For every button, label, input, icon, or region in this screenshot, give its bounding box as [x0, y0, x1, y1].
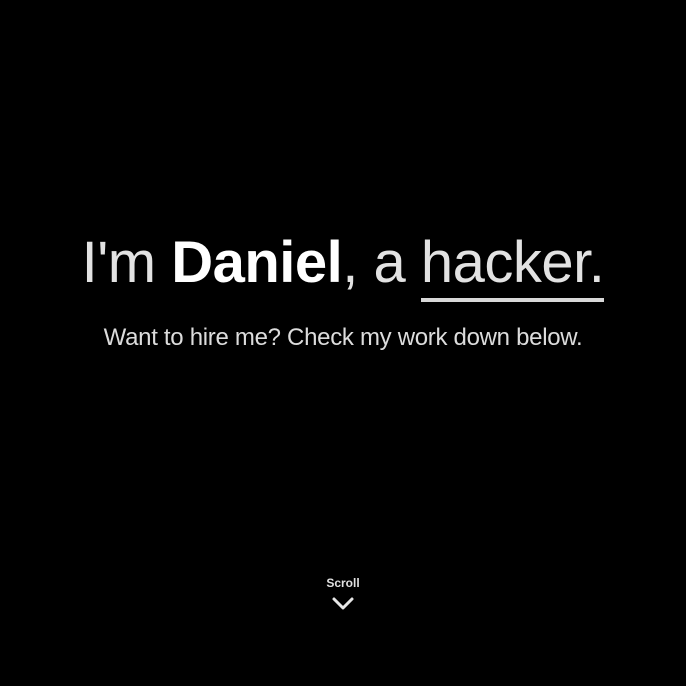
greeting-text: I'm — [81, 230, 172, 295]
scroll-down-button[interactable]: Scroll — [293, 574, 393, 612]
hero-subtitle: Want to hire me? Check my work down belo… — [103, 324, 583, 351]
chevron-down-icon — [332, 597, 354, 610]
scroll-label: Scroll — [326, 576, 360, 590]
connector-text: , a — [342, 230, 421, 295]
hero-headline: I'm Daniel, a hacker. — [0, 228, 686, 302]
role-text: hacker. — [420, 228, 605, 302]
name-text: Daniel — [171, 230, 343, 295]
hero-section: I'm Daniel, a hacker. Want to hire me? C… — [0, 0, 686, 686]
